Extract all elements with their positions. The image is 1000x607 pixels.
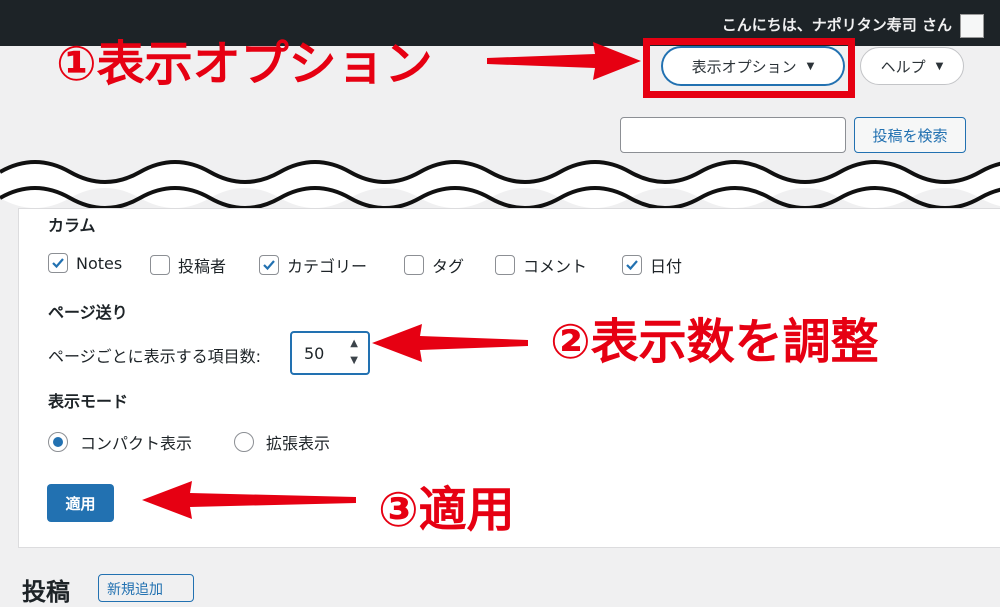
view-mode-heading: 表示モード	[48, 392, 129, 411]
checkmark-icon	[52, 258, 64, 269]
annotation-arrow-right-icon	[487, 42, 641, 80]
radio-button[interactable]	[48, 432, 68, 452]
column-checkbox-author[interactable]: 投稿者	[150, 253, 226, 277]
annotation-highlight-box	[643, 38, 855, 98]
help-label: ヘルプ	[880, 57, 926, 76]
add-new-button[interactable]: 新規追加	[98, 574, 194, 602]
columns-heading: カラム	[48, 216, 96, 235]
per-page-value[interactable]: 50	[304, 344, 324, 363]
column-checkbox-date[interactable]: 日付	[622, 253, 682, 277]
avatar[interactable]	[960, 14, 984, 38]
annotation-step3: ③適用	[378, 482, 515, 538]
radio-label: コンパクト表示	[80, 434, 193, 453]
checkbox[interactable]	[48, 253, 68, 273]
annotation-step2: ②表示数を調整	[550, 314, 879, 370]
greeting-text[interactable]: こんにちは、ナポリタン寿司 さん	[722, 14, 952, 35]
checkbox[interactable]	[404, 255, 424, 275]
column-checkbox-tags[interactable]: タグ	[404, 253, 464, 277]
checkbox-label: タグ	[432, 257, 465, 276]
view-mode-compact[interactable]: コンパクト表示	[48, 430, 192, 454]
apply-button[interactable]: 適用	[47, 484, 114, 522]
annotation-arrow-left-icon	[142, 481, 356, 519]
annotation-arrow-left-icon	[372, 324, 528, 362]
checkbox[interactable]	[622, 255, 642, 275]
radio-button[interactable]	[234, 432, 254, 452]
per-page-stepper[interactable]: 50 ▲ ▼	[290, 331, 370, 375]
page-title: 投稿	[22, 578, 70, 606]
checkbox[interactable]	[495, 255, 515, 275]
checkmark-icon	[626, 260, 638, 271]
spin-up-icon[interactable]: ▲	[350, 338, 358, 349]
checkbox-label: 日付	[650, 257, 683, 276]
checkbox-label: 投稿者	[178, 257, 227, 276]
checkbox-label: コメント	[523, 257, 588, 276]
column-checkbox-category[interactable]: カテゴリー	[259, 253, 367, 277]
help-button[interactable]: ヘルプ ▼	[860, 47, 964, 85]
caret-down-icon: ▼	[935, 60, 944, 72]
checkbox-label: Notes	[76, 253, 123, 273]
view-mode-extended[interactable]: 拡張表示	[234, 430, 330, 454]
column-checkbox-comments[interactable]: コメント	[495, 253, 587, 277]
checkmark-icon	[263, 260, 275, 271]
per-page-label: ページごとに表示する項目数:	[48, 347, 262, 366]
annotation-step1: ①表示オプション	[56, 36, 433, 92]
checkbox-label: カテゴリー	[287, 257, 368, 276]
column-checkbox-notes[interactable]: Notes	[48, 253, 122, 273]
spin-down-icon[interactable]: ▼	[350, 355, 358, 366]
checkbox[interactable]	[259, 255, 279, 275]
radio-label: 拡張表示	[266, 434, 331, 453]
pagination-heading: ページ送り	[48, 303, 128, 322]
checkbox[interactable]	[150, 255, 170, 275]
search-posts-button[interactable]: 投稿を検索	[854, 117, 966, 153]
search-input[interactable]	[620, 117, 846, 153]
